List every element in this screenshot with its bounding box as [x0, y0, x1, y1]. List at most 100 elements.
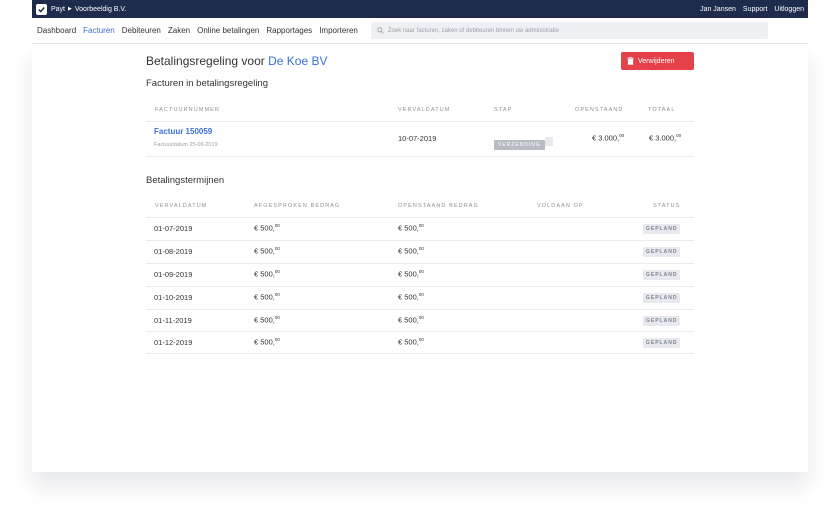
trash-icon: [627, 57, 634, 65]
status-badge: GEPLAND: [643, 247, 681, 257]
term-agreed-amount: € 500,00: [254, 246, 280, 256]
term-agreed-amount: € 500,00: [254, 269, 280, 279]
terms-section-title: Betalingstermijnen: [146, 175, 225, 186]
page-title-prefix: Betalingsregeling voor: [146, 54, 265, 68]
col-vervaldatum: Vervaldatum: [155, 203, 208, 209]
amount-cents: 00: [274, 292, 280, 297]
col-stap: Stap: [494, 107, 513, 113]
invoice-outstanding: € 3.000,00: [592, 133, 624, 143]
table-row: 01-08-2019 € 500,00 € 500,00 GEPLAND: [146, 241, 694, 264]
table-row: Factuur 150059 Factuurdatum 25-06-2019 1…: [146, 122, 694, 157]
term-open-amount: € 500,00: [398, 269, 424, 279]
amount-main: € 500,: [398, 315, 419, 325]
step-progress-track: [544, 137, 553, 147]
col-openstaand: Openstaand: [575, 107, 624, 113]
user-name-link[interactable]: Jan Jansen: [700, 6, 736, 13]
term-open-amount: € 500,00: [398, 292, 424, 302]
term-agreed-amount: € 500,00: [254, 337, 280, 347]
amount-cents: 00: [418, 315, 424, 320]
amount-main: € 500,: [398, 337, 419, 347]
support-link[interactable]: Support: [743, 6, 768, 13]
nav-debiteuren[interactable]: Debiteuren: [122, 26, 161, 35]
nav-importeren[interactable]: Importeren: [319, 26, 358, 35]
term-due-date: 01-07-2019: [154, 224, 193, 233]
amount-cents: 00: [274, 246, 280, 251]
amount-cents: 00: [418, 269, 424, 274]
status-badge: GEPLAND: [643, 270, 681, 280]
step-indicator: VERZENDING: [494, 133, 553, 151]
invoices-table-header: Factuurnummer Vervaldatum Stap Openstaan…: [146, 98, 694, 122]
search-input[interactable]: Zoek naar facturen, zaken of debiteuren …: [370, 22, 768, 39]
amount-main: € 500,: [254, 269, 275, 279]
amount-cents: 00: [418, 246, 424, 251]
status-badge: GEPLAND: [643, 224, 681, 234]
amount-main: € 500,: [254, 246, 275, 256]
amount-cents: 00: [418, 223, 424, 228]
amount-cents: 00: [274, 269, 280, 274]
nav-facturen[interactable]: Facturen: [83, 26, 115, 35]
nav-zaken[interactable]: Zaken: [168, 26, 190, 35]
col-status: Status: [653, 203, 681, 209]
status-badge: GEPLAND: [643, 293, 681, 303]
term-open-amount: € 500,00: [398, 337, 424, 347]
user-menu: Jan Jansen Support Uitloggen: [700, 6, 804, 13]
status-badge: GEPLAND: [643, 338, 681, 348]
delete-button[interactable]: Verwijderen: [621, 52, 694, 70]
amount-main: € 500,: [254, 315, 275, 325]
amount-main: € 500,: [254, 223, 275, 233]
term-due-date: 01-12-2019: [154, 338, 193, 347]
term-due-date: 01-09-2019: [154, 270, 193, 279]
amount-cents: 00: [418, 292, 424, 297]
table-row: 01-12-2019 € 500,00 € 500,00 GEPLAND: [146, 332, 694, 354]
step-badge: VERZENDING: [494, 140, 545, 150]
invoice-link[interactable]: Factuur 150059: [154, 127, 212, 136]
amount-main: € 500,: [398, 292, 419, 302]
amount-cents: 00: [274, 315, 280, 320]
nav-online-betalingen[interactable]: Online betalingen: [197, 26, 259, 35]
amount-cents: 00: [418, 337, 424, 342]
logout-link[interactable]: Uitloggen: [774, 6, 804, 13]
col-totaal: Totaal: [648, 107, 676, 113]
main-nav: Dashboard Facturen Debiteuren Zaken Onli…: [32, 18, 808, 44]
term-due-date: 01-11-2019: [154, 316, 192, 325]
chevron-right-icon: ▶: [68, 6, 72, 12]
term-agreed-amount: € 500,00: [254, 315, 280, 325]
invoice-total-amount: € 3.000,: [649, 133, 677, 143]
col-openstaand-bedrag: Openstaand bedrag: [398, 203, 479, 209]
col-voldaan-op: Voldaan op: [537, 203, 584, 209]
amount-cents: 00: [274, 223, 280, 228]
amount-cents: 00: [274, 337, 280, 342]
table-row: 01-10-2019 € 500,00 € 500,00 GEPLAND: [146, 287, 694, 310]
delete-button-label: Verwijderen: [638, 57, 675, 65]
terms-table-header: Vervaldatum Afgesproken bedrag Openstaan…: [146, 194, 694, 218]
invoice-outstanding-amount: € 3.000,: [592, 133, 620, 143]
invoice-total-cents: 00: [676, 133, 682, 138]
term-agreed-amount: € 500,00: [254, 223, 280, 233]
status-badge: GEPLAND: [643, 316, 681, 326]
amount-main: € 500,: [398, 246, 419, 256]
nav-dashboard[interactable]: Dashboard: [37, 26, 76, 35]
nav-rapportages[interactable]: Rapportages: [266, 26, 312, 35]
debtor-link[interactable]: De Koe BV: [268, 54, 327, 68]
col-afgesproken-bedrag: Afgesproken bedrag: [254, 203, 341, 209]
amount-main: € 500,: [398, 269, 419, 279]
invoice-date: Factuurdatum 25-06-2019: [154, 142, 218, 148]
amount-main: € 500,: [254, 292, 275, 302]
invoice-total: € 3.000,00: [649, 133, 681, 143]
top-bar: Payt ▶ Voorbeeldig B.V. Jan Jansen Suppo…: [32, 0, 808, 18]
term-open-amount: € 500,00: [398, 246, 424, 256]
breadcrumb-app[interactable]: Payt: [51, 6, 65, 13]
amount-main: € 500,: [254, 337, 275, 347]
term-open-amount: € 500,00: [398, 223, 424, 233]
term-agreed-amount: € 500,00: [254, 292, 280, 302]
invoices-section-title: Facturen in betalingsregeling: [146, 78, 268, 89]
search-placeholder: Zoek naar facturen, zaken of debiteuren …: [387, 27, 559, 34]
table-row: 01-11-2019 € 500,00 € 500,00 GEPLAND: [146, 310, 694, 332]
col-vervaldatum: Vervaldatum: [398, 107, 451, 113]
invoice-due-date: 10-07-2019: [398, 134, 437, 143]
checkbox-logo-icon[interactable]: [36, 3, 47, 15]
invoice-outstanding-cents: 00: [619, 133, 625, 138]
term-open-amount: € 500,00: [398, 315, 424, 325]
term-due-date: 01-10-2019: [154, 293, 193, 302]
breadcrumb-organization[interactable]: Voorbeeldig B.V.: [75, 6, 127, 13]
